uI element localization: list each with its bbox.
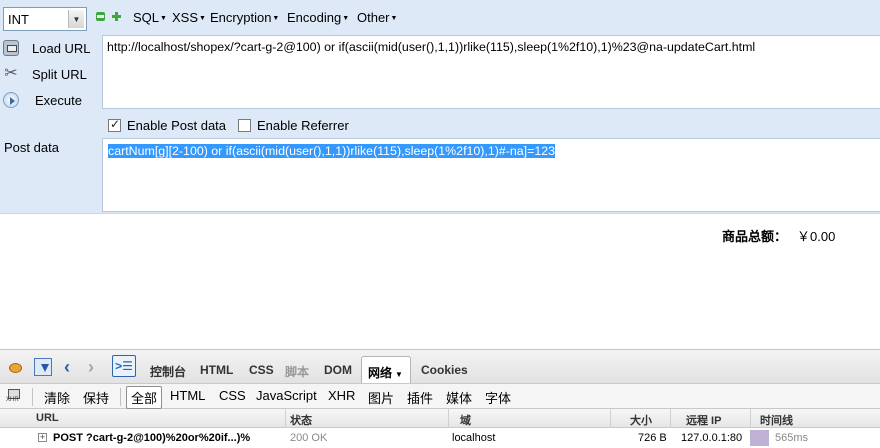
increase-icon[interactable]	[112, 12, 121, 21]
request-domain: localhost	[452, 432, 496, 444]
decrease-icon[interactable]	[96, 12, 105, 21]
post-data-value: cartNum[g][2-100) or if(ascii(mid(user()…	[108, 144, 556, 158]
separator	[120, 388, 121, 406]
filter-fonts-button[interactable]: 字体	[485, 388, 511, 407]
split-url-label: Split URL	[32, 66, 87, 82]
request-time: 565ms	[775, 432, 809, 444]
total-amount-value: ￥0.00	[797, 229, 836, 244]
hackbar-menu: INT ▼ SQL▼ XSS▼ Encryption▼ Encoding▼ Ot…	[0, 6, 880, 32]
tab-console[interactable]: 控制台	[150, 363, 186, 380]
column-status[interactable]: 状态	[290, 412, 312, 428]
filter-images-button[interactable]: 图片	[368, 388, 394, 407]
request-size: 726 B	[638, 432, 667, 444]
separator	[32, 388, 33, 406]
chevron-down-icon: ▼	[68, 10, 84, 28]
column-remote-ip[interactable]: 远程 IP	[686, 412, 721, 428]
menu-other[interactable]: Other▼	[357, 10, 397, 25]
int-select-value: INT	[8, 11, 29, 27]
menu-encryption[interactable]: Encryption▼	[210, 10, 279, 25]
filter-javascript-button[interactable]: JavaScript	[256, 388, 317, 403]
play-icon	[3, 92, 19, 108]
hackbar-panel: INT ▼ SQL▼ XSS▼ Encryption▼ Encoding▼ Ot…	[0, 0, 880, 214]
column-timeline[interactable]: 时间线	[760, 412, 793, 428]
firebug-toolbar: ‹ › >☰ 控制台 HTML CSS 脚本 DOM 网络 ▼ Cookies	[0, 349, 880, 384]
column-separator	[448, 409, 449, 428]
post-data-textarea[interactable]: cartNum[g][2-100) or if(ascii(mid(user()…	[102, 138, 880, 212]
filter-css-button[interactable]: CSS	[219, 388, 246, 403]
column-url[interactable]: URL	[36, 412, 59, 424]
request-status: 200 OK	[290, 432, 328, 444]
enable-referrer-checkbox[interactable]: Enable Referrer	[238, 118, 349, 133]
filter-plugins-button[interactable]: 插件	[407, 388, 433, 407]
forward-arrow-icon[interactable]: ›	[88, 358, 106, 376]
menu-xss[interactable]: XSS▼	[172, 10, 206, 25]
tab-net[interactable]: 网络 ▼	[361, 356, 411, 384]
timeline-bar	[750, 430, 769, 446]
enable-post-data-label: Enable Post data	[127, 118, 227, 133]
column-domain[interactable]: 域	[460, 412, 471, 428]
request-remote-ip: 127.0.0.1:80	[681, 432, 743, 444]
inspect-element-icon[interactable]	[34, 358, 52, 376]
tab-dom[interactable]: DOM	[324, 363, 352, 377]
tab-script[interactable]: 脚本	[285, 363, 309, 380]
filter-xhr-button[interactable]: XHR	[328, 388, 355, 403]
filter-all-button[interactable]: 全部	[126, 386, 163, 409]
chevron-down-icon: ▼	[395, 370, 403, 379]
column-separator	[610, 409, 611, 428]
filter-media-button[interactable]: 媒体	[446, 388, 472, 407]
tab-css[interactable]: CSS	[249, 363, 274, 377]
command-line-icon[interactable]: >☰	[112, 355, 136, 377]
post-data-label: Post data	[4, 140, 59, 155]
int-select[interactable]: INT ▼	[3, 7, 87, 31]
request-url: POST ?cart-g-2@100)%20or%20if...)%	[53, 432, 251, 444]
clear-button[interactable]: 清除	[44, 388, 70, 407]
net-panel-toolbar: 清除 保持 全部 HTML CSS JavaScript XHR 图片 插件 媒…	[0, 383, 880, 409]
execute-label: Execute	[35, 92, 82, 108]
total-amount-label: 商品总额：	[722, 229, 788, 244]
column-size[interactable]: 大小	[630, 412, 652, 428]
column-separator	[670, 409, 671, 428]
filter-html-button[interactable]: HTML	[170, 388, 205, 403]
checkbox-unchecked-icon[interactable]	[238, 119, 251, 132]
menu-sql[interactable]: SQL▼	[133, 10, 167, 25]
tab-net-label: 网络	[368, 366, 393, 380]
scissors-icon: ✂	[4, 65, 18, 82]
enable-referrer-label: Enable Referrer	[257, 118, 349, 133]
url-textarea[interactable]: http://localhost/shopex/?cart-g-2@100) o…	[102, 35, 880, 109]
column-separator	[750, 409, 751, 428]
back-arrow-icon[interactable]: ‹	[64, 358, 82, 376]
persist-button[interactable]: 保持	[83, 388, 109, 407]
load-url-icon	[3, 40, 19, 56]
tab-html[interactable]: HTML	[200, 363, 233, 377]
xhr-icon[interactable]	[6, 388, 22, 404]
enable-post-data-checkbox[interactable]: Enable Post data	[108, 117, 227, 133]
net-table-header: URL 状态 域 大小 远程 IP 时间线	[0, 409, 880, 428]
table-row[interactable]: + POST ?cart-g-2@100)%20or%20if...)% 200…	[0, 428, 880, 448]
tab-cookies[interactable]: Cookies	[421, 363, 468, 377]
expand-plus-icon[interactable]: +	[38, 433, 47, 442]
checkbox-checked-icon[interactable]	[108, 117, 121, 132]
load-url-label: Load URL	[32, 40, 91, 56]
menu-encoding[interactable]: Encoding▼	[287, 10, 349, 25]
firebug-icon[interactable]	[6, 358, 24, 376]
column-separator	[285, 409, 286, 428]
